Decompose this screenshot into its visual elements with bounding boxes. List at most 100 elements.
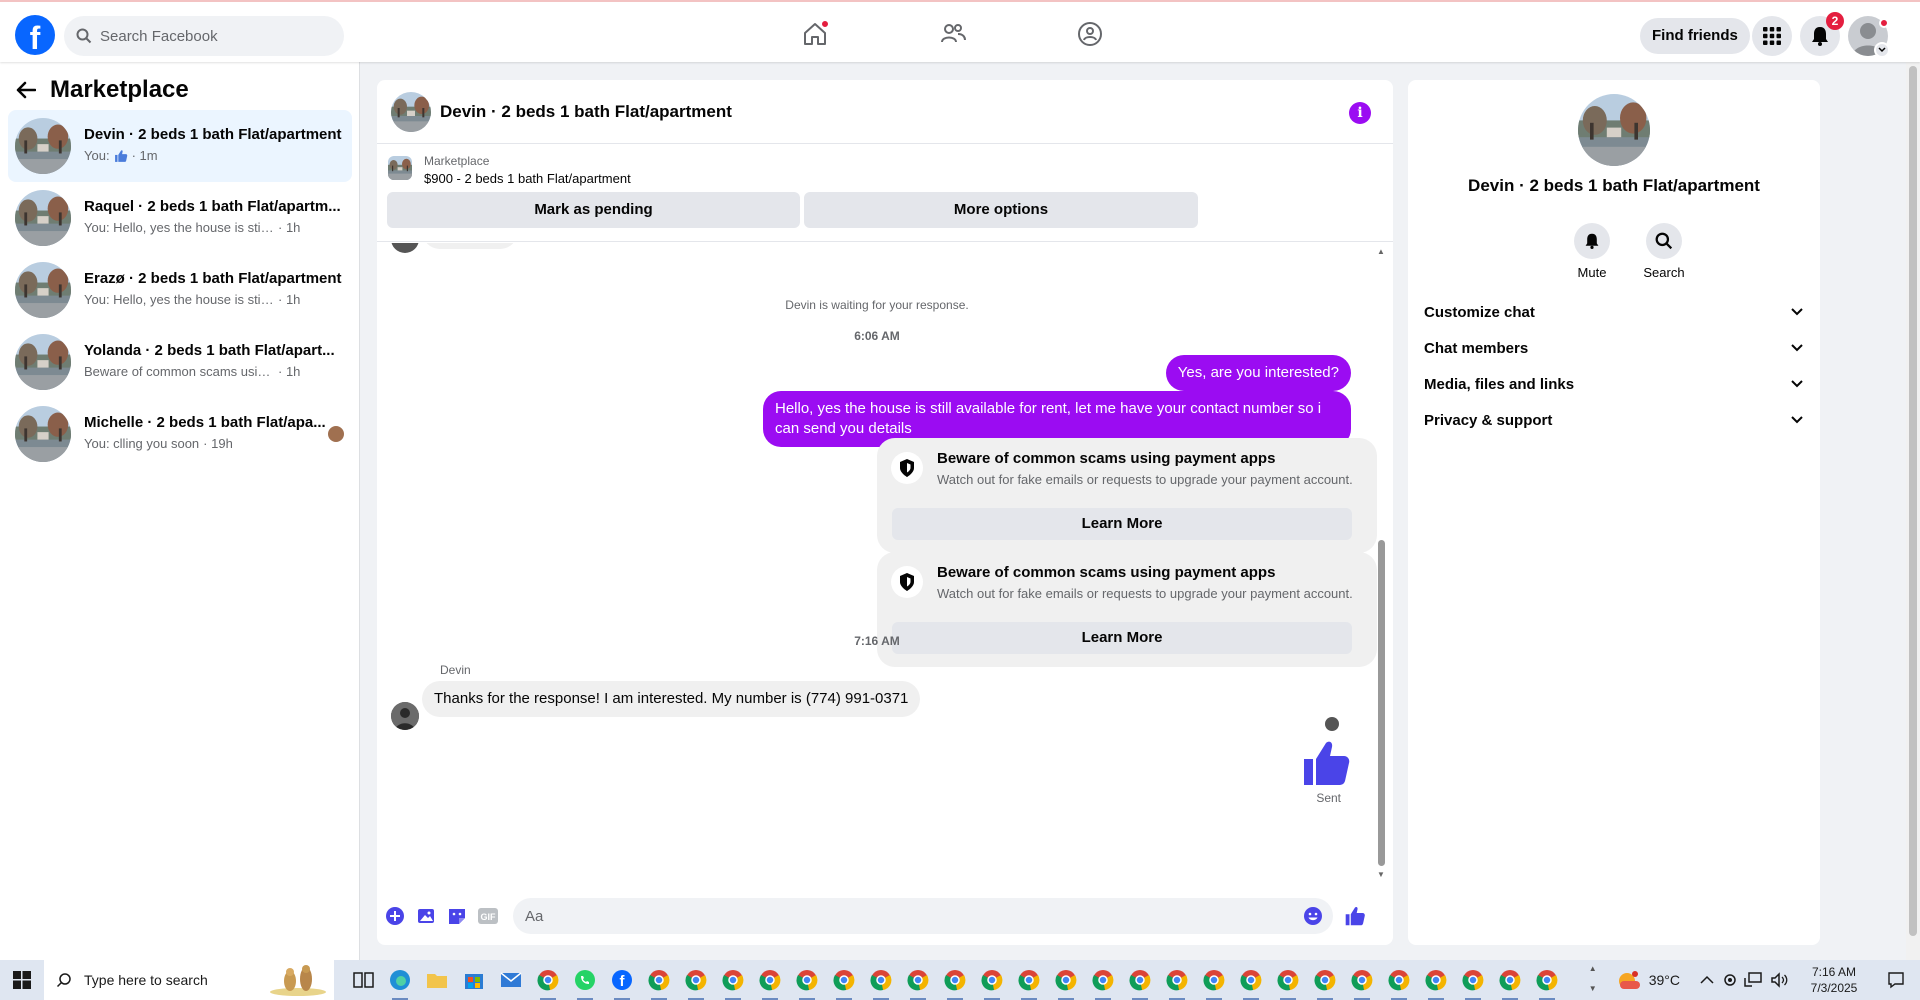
listing-price[interactable]: $900 - 2 beds 1 bath Flat/apartment <box>424 171 631 186</box>
scroll-down-arrow-icon[interactable]: ▼ <box>1377 870 1385 879</box>
taskbar-app-button[interactable] <box>386 966 414 1000</box>
taskbar-app-button[interactable] <box>460 966 488 994</box>
taskbar-clock[interactable]: 7:16 AM 7/3/2025 <box>1796 964 1872 996</box>
taskbar-app-button[interactable] <box>978 966 1006 1000</box>
like-button-icon[interactable] <box>1344 905 1366 927</box>
taskbar-scroll-down-icon[interactable]: ▼ <box>1589 984 1597 993</box>
conversation-item[interactable]: Yolanda · 2 beds 1 bath Flat/apart... Bew… <box>8 326 352 398</box>
info-section-row[interactable]: Privacy & support <box>1424 402 1804 438</box>
taskbar-scroll-up-icon[interactable]: ▲ <box>1589 964 1597 973</box>
menu-button[interactable] <box>1752 16 1792 56</box>
facebook-logo-icon[interactable]: f <box>15 15 55 55</box>
scam-warning-card: Beware of common scams using payment app… <box>877 552 1377 667</box>
page-scrollbar-thumb[interactable] <box>1909 66 1917 936</box>
mark-as-pending-button[interactable]: Mark as pending <box>387 192 800 228</box>
notification-center-button[interactable] <box>1872 960 1920 1000</box>
taskbar-app-button[interactable] <box>1052 966 1080 1000</box>
chat-title[interactable]: Devin · 2 beds 1 bath Flat/apartment <box>440 102 732 122</box>
conversation-item[interactable]: Raquel · 2 beds 1 bath Flat/apartm... You… <box>8 182 352 254</box>
weather-temperature[interactable]: 39°C <box>1649 972 1680 988</box>
listing-thumbnail[interactable] <box>388 156 412 180</box>
listing-source-label: Marketplace <box>424 154 490 168</box>
taskbar-app-button[interactable] <box>867 966 895 1000</box>
facebook-search-input[interactable] <box>100 27 320 45</box>
taskbar-app-button[interactable] <box>1385 966 1413 1000</box>
mute-action[interactable]: Mute <box>1562 223 1622 280</box>
info-section-row[interactable]: Media, files and links <box>1424 366 1804 402</box>
taskbar-app-button[interactable] <box>830 966 858 1000</box>
photo-icon[interactable] <box>415 905 437 927</box>
sender-avatar[interactable] <box>391 702 419 730</box>
taskbar-app-button[interactable] <box>904 966 932 1000</box>
info-listing-thumbnail[interactable] <box>1578 94 1650 166</box>
account-chevron-icon[interactable] <box>1874 42 1890 58</box>
facebook-search-box[interactable] <box>64 16 344 56</box>
taskbar-app-button[interactable] <box>1126 966 1154 1000</box>
page-scrollbar[interactable] <box>1906 62 1920 960</box>
home-nav-button[interactable] <box>799 18 831 50</box>
taskbar-app-button[interactable] <box>1163 966 1191 1000</box>
volume-icon[interactable] <box>1770 972 1790 988</box>
listing-photo-icon <box>391 92 431 132</box>
info-section-row[interactable]: Chat members <box>1424 330 1804 366</box>
conversation-item[interactable]: Erazø · 2 beds 1 bath Flat/apartment You:… <box>8 254 352 326</box>
search-action[interactable]: Search <box>1634 223 1694 280</box>
outgoing-message[interactable]: Yes, are you interested? <box>1165 355 1351 391</box>
search-icon <box>1655 232 1673 250</box>
taskbar-app-button[interactable] <box>1311 966 1339 1000</box>
start-button[interactable] <box>0 960 44 1000</box>
conversation-item[interactable]: Devin · 2 beds 1 bath Flat/apartment You:… <box>8 110 352 182</box>
taskbar-app-button[interactable] <box>793 966 821 1000</box>
taskbar-app-button[interactable] <box>941 966 969 1000</box>
sticker-icon[interactable] <box>446 905 468 927</box>
taskbar-app-button[interactable] <box>1015 966 1043 1000</box>
gif-icon[interactable]: GIF <box>477 905 499 927</box>
learn-more-button[interactable]: Learn More <box>892 508 1352 540</box>
listing-photo-icon <box>15 262 71 318</box>
taskbar-app-button[interactable] <box>719 966 747 1000</box>
info-icon[interactable]: i <box>1349 102 1371 124</box>
more-options-button[interactable]: More options <box>804 192 1198 228</box>
taskbar-app-button[interactable] <box>1200 966 1228 1000</box>
taskbar-app-button[interactable] <box>349 966 377 994</box>
chevron-up-icon[interactable] <box>1700 975 1714 985</box>
friends-nav-button[interactable] <box>937 18 969 50</box>
incoming-message[interactable]: Thanks for the response! I am interested… <box>422 681 921 717</box>
scroll-up-arrow-icon[interactable]: ▲ <box>1377 247 1385 256</box>
emoji-icon[interactable] <box>1303 906 1323 926</box>
meet-now-icon[interactable] <box>1722 972 1738 988</box>
taskbar-app-button[interactable] <box>1422 966 1450 1000</box>
taskbar-scroll-arrows[interactable]: ▲ ▼ <box>1589 960 1603 1000</box>
message-input-box[interactable] <box>513 898 1333 934</box>
taskbar-app-button[interactable] <box>1459 966 1487 1000</box>
taskbar-app-button[interactable] <box>1496 966 1524 1000</box>
back-arrow-icon[interactable] <box>16 81 36 99</box>
taskbar-search-box[interactable]: Type here to search <box>44 960 334 1000</box>
taskbar-app-button[interactable] <box>1533 966 1561 1000</box>
scam-warning-description: Watch out for fake emails or requests to… <box>937 586 1353 601</box>
network-icon[interactable] <box>1744 972 1764 988</box>
taskbar-app-button[interactable] <box>1237 966 1265 1000</box>
taskbar-app-button[interactable] <box>1089 966 1117 1000</box>
chat-listing-thumbnail[interactable] <box>391 92 431 132</box>
weather-sun-icon[interactable] <box>1617 969 1643 991</box>
plus-icon[interactable] <box>384 905 406 927</box>
conversation-item[interactable]: Michelle · 2 beds 1 bath Flat/apa... You:… <box>8 398 352 470</box>
taskbar-app-button[interactable] <box>423 966 451 994</box>
taskbar-app-button[interactable] <box>1274 966 1302 1000</box>
taskbar-app-button[interactable] <box>1348 966 1376 1000</box>
groups-nav-button[interactable] <box>1074 18 1106 50</box>
taskbar-app-button[interactable]: f <box>608 966 636 1000</box>
info-section-row[interactable]: Customize chat <box>1424 294 1804 330</box>
notifications-button[interactable]: 2 <box>1800 12 1844 56</box>
chrome-profile-icon <box>722 970 744 991</box>
find-friends-button[interactable]: Find friends <box>1640 18 1750 54</box>
taskbar-app-button[interactable] <box>534 966 562 1000</box>
taskbar-app-button[interactable] <box>682 966 710 1000</box>
taskbar-app-button[interactable] <box>645 966 673 1000</box>
taskbar-app-button[interactable] <box>571 966 599 1000</box>
taskbar-app-button[interactable] <box>497 966 525 994</box>
taskbar-app-button[interactable] <box>756 966 784 1000</box>
message-scrollbar-thumb[interactable] <box>1378 540 1385 866</box>
message-input[interactable] <box>525 907 1285 925</box>
